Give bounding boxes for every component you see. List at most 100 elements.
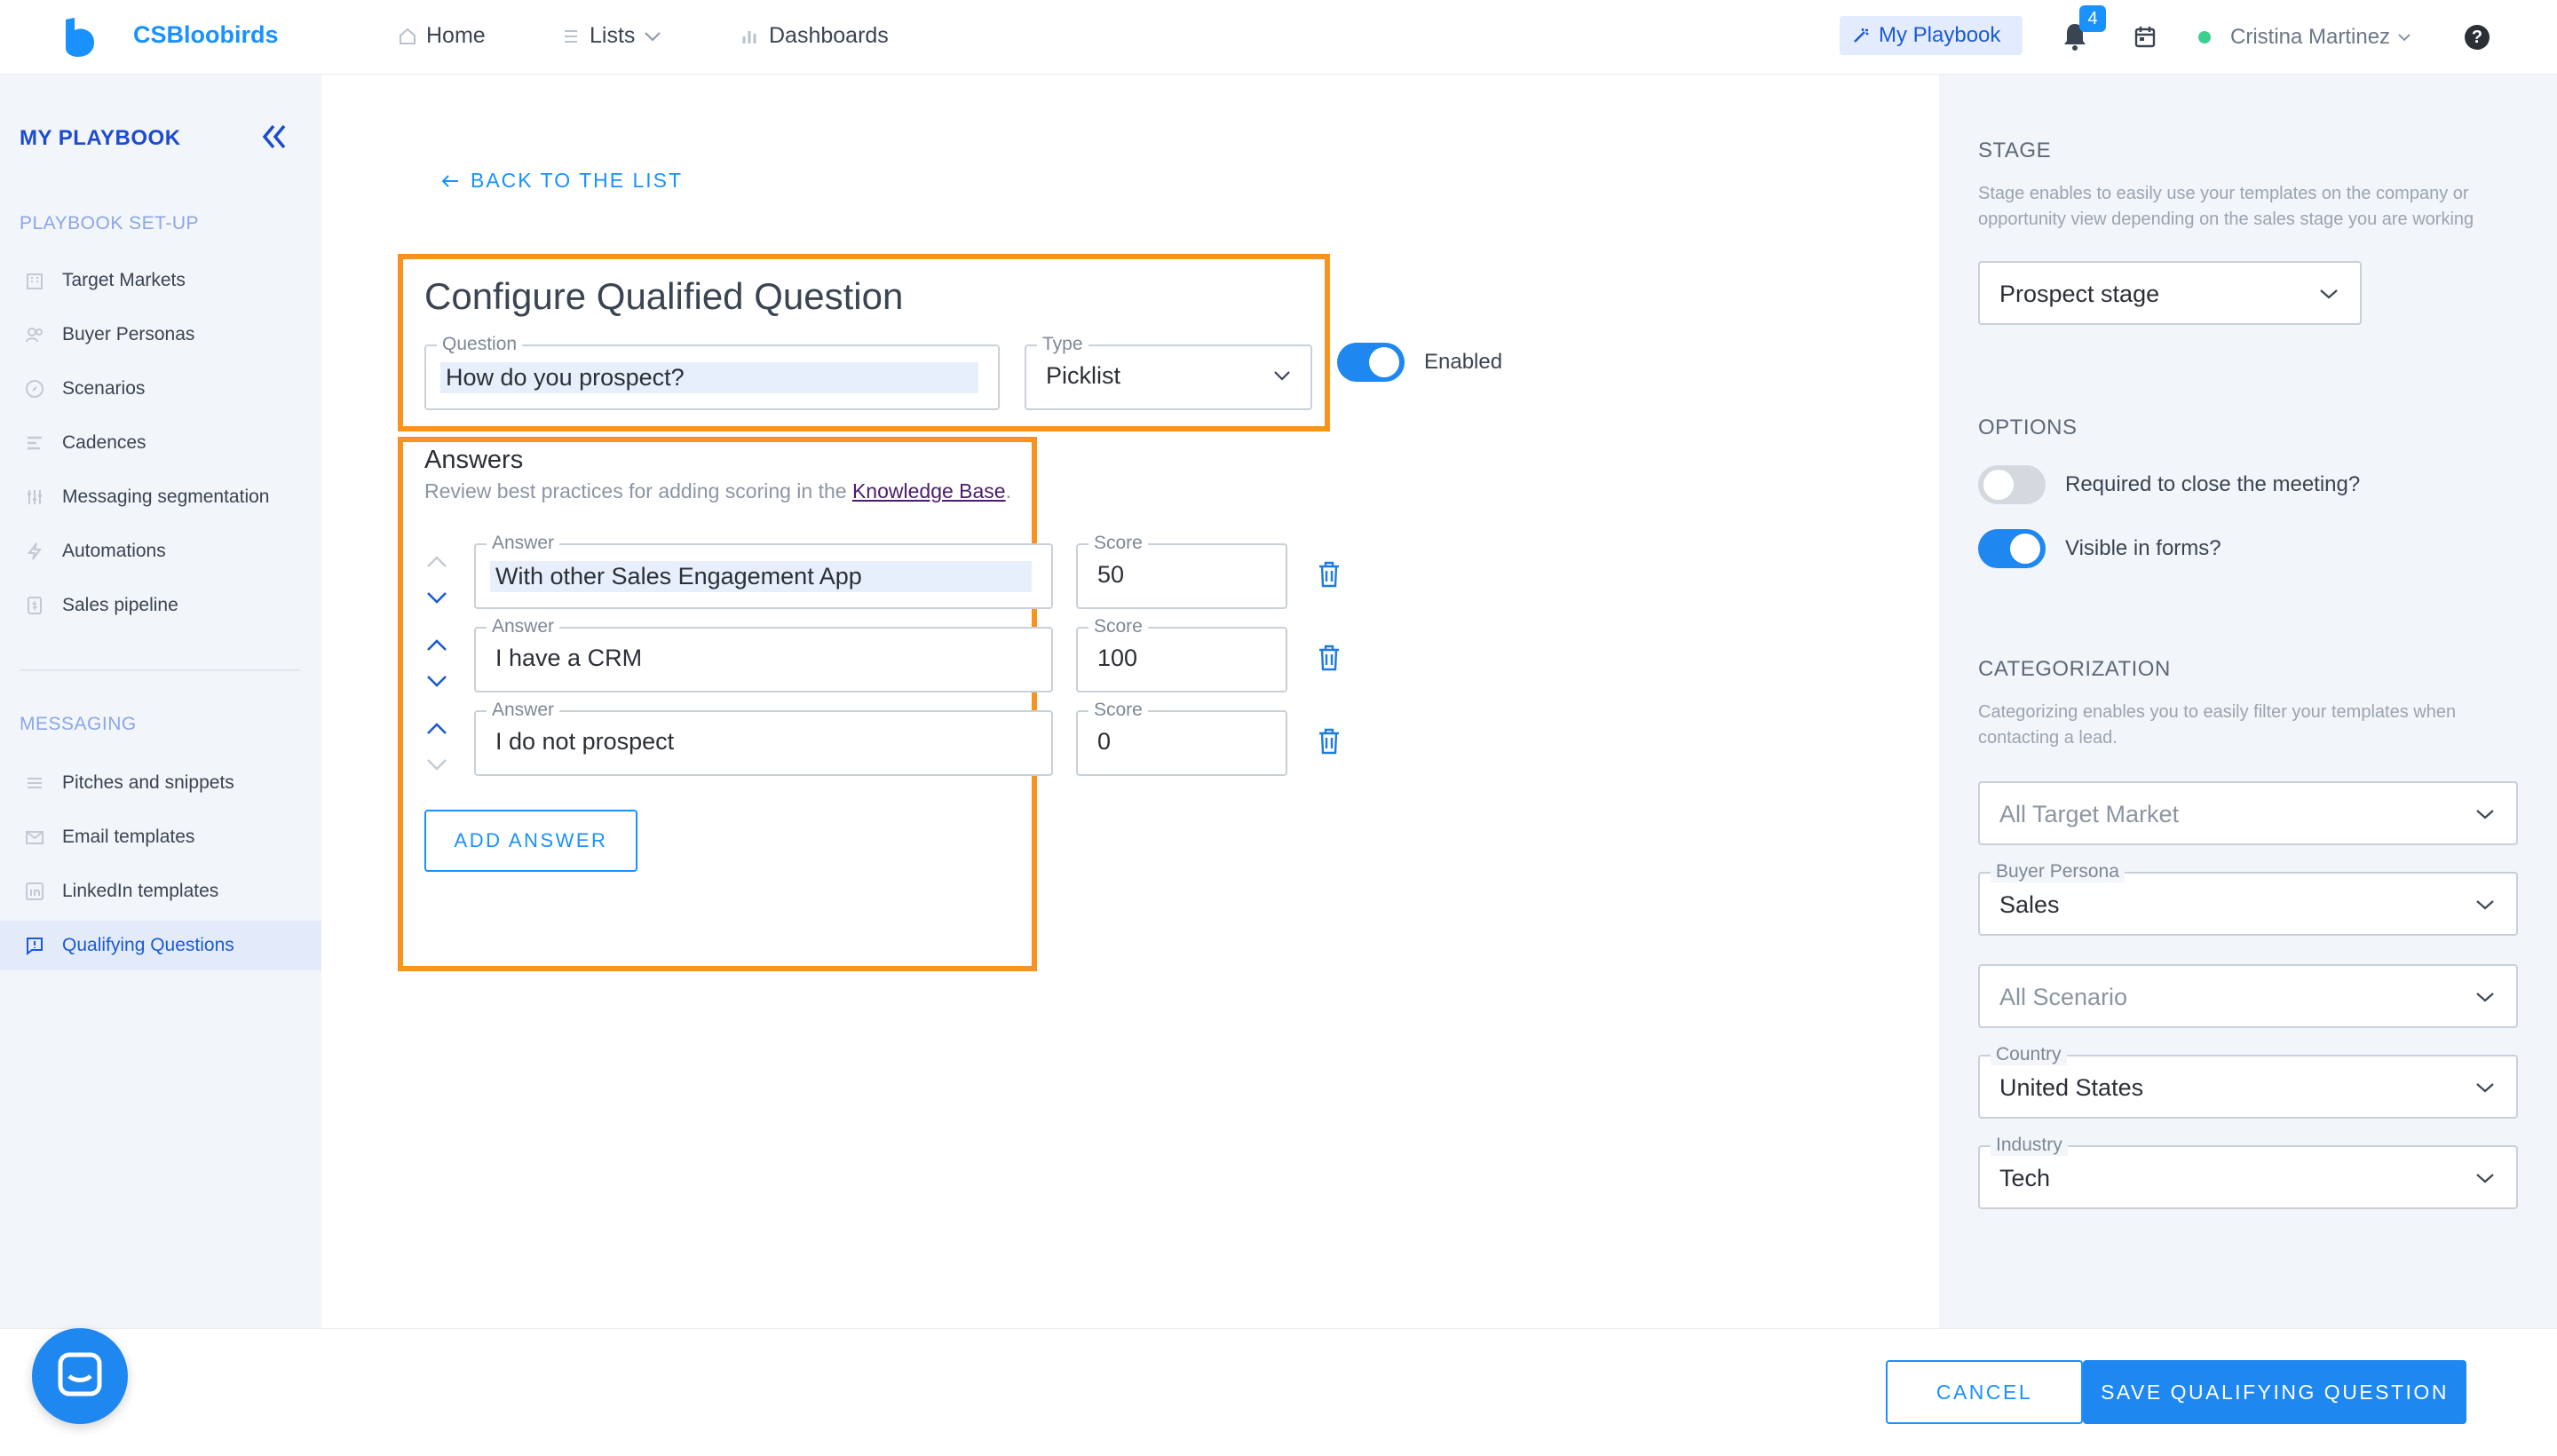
answer-label: Answer bbox=[487, 616, 560, 637]
dollar-icon bbox=[28, 597, 42, 614]
home-icon bbox=[400, 28, 416, 44]
visible-toggle[interactable] bbox=[1978, 529, 2046, 568]
stage-select[interactable]: Prospect stage bbox=[1978, 261, 2362, 325]
calendar-icon[interactable] bbox=[2134, 25, 2156, 48]
bloobirds-logo[interactable] bbox=[62, 18, 98, 57]
type-select[interactable]: Type Picklist bbox=[1025, 334, 1312, 410]
country-select[interactable]: Country United States bbox=[1978, 1044, 2518, 1119]
back-to-list-link[interactable]: BACK TO THE LIST bbox=[440, 169, 683, 193]
sidebar-item-label: Sales pipeline bbox=[62, 595, 178, 615]
target-market-placeholder: All Target Market bbox=[1999, 801, 2180, 827]
trash-icon[interactable] bbox=[1318, 561, 1341, 588]
cancel-button[interactable]: CANCEL bbox=[1886, 1360, 2083, 1424]
add-answer-button[interactable]: ADD ANSWER bbox=[424, 810, 637, 872]
scenario-placeholder: All Scenario bbox=[1999, 984, 2128, 1010]
main-content: BACK TO THE LIST Configure Qualified Que… bbox=[321, 75, 1939, 1328]
chat-launcher-button[interactable] bbox=[32, 1328, 128, 1424]
move-down-icon[interactable] bbox=[424, 588, 449, 607]
target-market-select[interactable]: All Target Market bbox=[1978, 781, 2518, 845]
my-playbook-button[interactable]: My Playbook bbox=[1840, 16, 2023, 55]
sidebar-item-messaging-segmentation[interactable]: Messaging segmentation bbox=[0, 472, 321, 522]
nav-lists[interactable]: Lists bbox=[561, 23, 661, 49]
answer-field[interactable]: Answer With other Sales Engagement App bbox=[474, 533, 1053, 609]
arrow-left-icon bbox=[441, 174, 458, 187]
scenario-select[interactable]: All Scenario bbox=[1978, 964, 2518, 1028]
settings-panel: STAGE Stage enables to easily use your t… bbox=[1939, 75, 2557, 1328]
sidebar-item-qualifying-questions[interactable]: Qualifying Questions bbox=[0, 921, 321, 970]
answers-help: Review best practices for adding scoring… bbox=[424, 479, 1011, 503]
sidebar-item-label: Cadences bbox=[62, 432, 146, 453]
knowledge-base-link[interactable]: Knowledge Base bbox=[852, 479, 1006, 502]
type-label: Type bbox=[1037, 334, 1089, 355]
chevron-down-icon bbox=[645, 31, 661, 41]
back-to-list-label: BACK TO THE LIST bbox=[471, 169, 684, 192]
question-bubble-icon bbox=[27, 938, 43, 955]
nav-home[interactable]: Home bbox=[398, 23, 486, 49]
sidebar-item-sales-pipeline[interactable]: Sales pipeline bbox=[0, 581, 321, 630]
help-icon[interactable]: ? bbox=[2465, 25, 2490, 50]
lightning-icon bbox=[28, 542, 42, 560]
visible-label: Visible in forms? bbox=[2065, 536, 2221, 560]
sidebar-item-automations[interactable]: Automations bbox=[0, 526, 321, 576]
my-playbook-label: My Playbook bbox=[1879, 23, 2001, 47]
answer-label: Answer bbox=[487, 700, 560, 721]
sidebar-item-email-templates[interactable]: Email templates bbox=[0, 812, 321, 862]
industry-select[interactable]: Industry Tech bbox=[1978, 1135, 2518, 1209]
user-menu[interactable]: Cristina Martinez bbox=[2230, 25, 2411, 50]
collapse-sidebar-icon[interactable] bbox=[259, 123, 289, 151]
buyer-persona-select[interactable]: Buyer Persona Sales bbox=[1978, 861, 2518, 936]
user-name: Cristina Martinez bbox=[2230, 25, 2391, 49]
list-icon bbox=[565, 29, 577, 43]
linkedin-icon bbox=[26, 882, 44, 900]
move-up-icon[interactable] bbox=[424, 552, 449, 572]
chevron-down-icon bbox=[1274, 371, 1290, 381]
score-field[interactable]: Score 100 bbox=[1076, 616, 1287, 692]
required-label: Required to close the meeting? bbox=[2065, 472, 2361, 496]
trash-icon[interactable] bbox=[1318, 645, 1341, 671]
nav-dashboards[interactable]: Dashboards bbox=[740, 23, 889, 49]
trash-icon[interactable] bbox=[1318, 728, 1341, 755]
score-value: 0 bbox=[1097, 728, 1112, 755]
page-title: Configure Qualified Question bbox=[424, 275, 904, 317]
sidebar-item-cadences[interactable]: Cadences bbox=[0, 418, 321, 468]
answer-field[interactable]: Answer I do not prospect bbox=[474, 700, 1053, 776]
question-field[interactable]: Question How do you prospect? bbox=[424, 334, 1000, 410]
sidebar-item-scenarios[interactable]: Scenarios bbox=[0, 364, 321, 414]
answers-title: Answers bbox=[424, 446, 524, 474]
sidebar: MY PLAYBOOK PLAYBOOK SET-UP Target Marke… bbox=[0, 75, 321, 1328]
move-down-icon[interactable] bbox=[424, 755, 449, 774]
answers-help-end: . bbox=[1005, 479, 1011, 502]
categorization-help: Categorizing enables you to easily filte… bbox=[1978, 702, 2457, 748]
toggle-knob bbox=[1983, 470, 2014, 500]
cadence-icon bbox=[28, 436, 42, 450]
top-bar: CSBloobirds Home Lists Dashboards My Pla… bbox=[0, 0, 2557, 75]
answers-help-text: Review best practices for adding scoring… bbox=[424, 479, 852, 502]
toggle-knob bbox=[1369, 347, 1399, 377]
answer-value: With other Sales Engagement App bbox=[490, 561, 1032, 592]
categorization-heading: CATEGORIZATION bbox=[1978, 657, 2171, 681]
brand-name[interactable]: CSBloobirds bbox=[133, 21, 279, 49]
sidebar-item-label: Target Markets bbox=[62, 270, 186, 290]
sidebar-item-buyer-personas[interactable]: Buyer Personas bbox=[0, 310, 321, 360]
chart-icon bbox=[742, 30, 756, 44]
sidebar-item-target-markets[interactable]: Target Markets bbox=[0, 256, 321, 305]
required-toggle[interactable] bbox=[1978, 465, 2046, 504]
question-value: How do you prospect? bbox=[440, 362, 978, 393]
score-label: Score bbox=[1089, 533, 1148, 554]
move-down-icon[interactable] bbox=[424, 671, 449, 691]
sidebar-item-label: Qualifying Questions bbox=[62, 935, 234, 955]
sidebar-item-linkedin-templates[interactable]: LinkedIn templates bbox=[0, 866, 321, 916]
move-up-icon[interactable] bbox=[424, 636, 449, 655]
save-qualifying-question-button[interactable]: SAVE QUALIFYING QUESTION bbox=[2083, 1360, 2466, 1424]
score-field[interactable]: Score 0 bbox=[1076, 700, 1287, 776]
score-field[interactable]: Score 50 bbox=[1076, 533, 1287, 609]
chat-icon bbox=[58, 1352, 102, 1397]
answer-field[interactable]: Answer I have a CRM bbox=[474, 616, 1053, 692]
sidebar-item-label: Automations bbox=[62, 541, 166, 561]
move-up-icon[interactable] bbox=[424, 719, 449, 739]
chevron-down-icon bbox=[2476, 1083, 2494, 1093]
enabled-toggle[interactable] bbox=[1337, 343, 1405, 382]
chevron-down-icon bbox=[2476, 900, 2494, 910]
sidebar-item-pitches[interactable]: Pitches and snippets bbox=[0, 758, 321, 808]
chevron-down-icon bbox=[2320, 289, 2338, 299]
